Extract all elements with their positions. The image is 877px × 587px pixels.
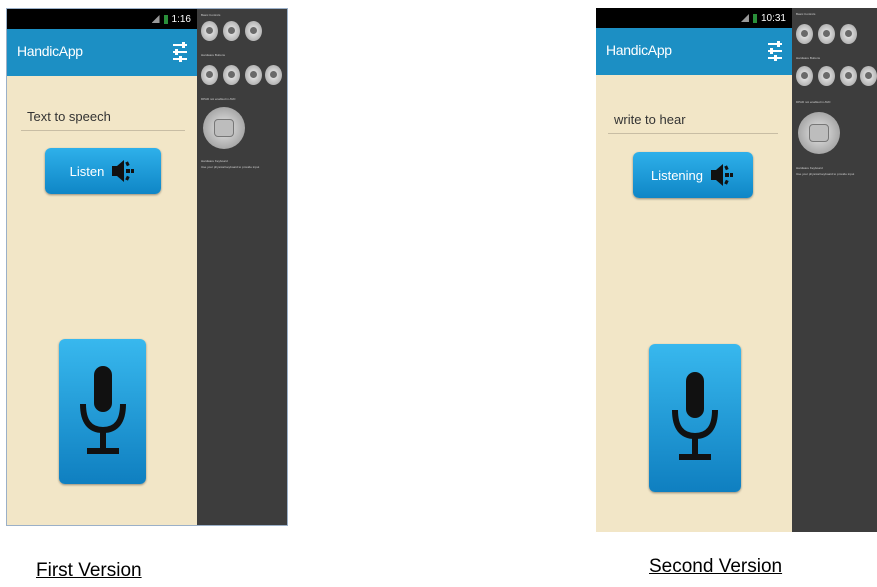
volume-down-button[interactable] [796, 24, 813, 44]
home-button[interactable] [201, 65, 218, 85]
listen-button[interactable]: Listening [633, 152, 753, 198]
status-bar: 1:16 [7, 9, 197, 29]
listen-button-label: Listen [69, 163, 105, 179]
second-version-caption: Second Version [649, 556, 783, 577]
second-version-screenshot: 10:31 HandicApp write to hear Listening [596, 8, 877, 532]
phone-screen: 10:31 HandicApp write to hear Listening [596, 8, 792, 532]
emulator-controls-panel: Basic Controls Hardware Buttons DPAD not… [197, 9, 287, 525]
app-title: HandicApp [606, 42, 672, 58]
hardware-buttons-label: Hardware Buttons [201, 53, 226, 57]
dpad[interactable] [798, 112, 840, 154]
back-button[interactable] [245, 65, 262, 85]
emulator-controls-panel: Basic Controls Hardware Buttons DPAD not… [792, 8, 877, 532]
speaker-icon [711, 164, 734, 186]
first-version-screenshot: 1:16 HandicApp Text to speech Listen Bas… [6, 8, 288, 526]
listen-button[interactable]: Listen [45, 148, 161, 194]
hardware-keyboard-note: Use your physical keyboard to provide in… [201, 165, 260, 169]
basic-controls-label: Basic Controls [201, 13, 221, 17]
hardware-keyboard-label: Hardware Keyboard [796, 166, 823, 170]
microphone-button[interactable] [59, 339, 146, 484]
phone-screen: 1:16 HandicApp Text to speech Listen [7, 9, 197, 525]
dpad[interactable] [203, 107, 245, 149]
volume-up-button[interactable] [818, 24, 835, 44]
signal-icon [151, 15, 160, 23]
microphone-icon [672, 372, 718, 460]
power-button[interactable] [840, 24, 857, 44]
search-button[interactable] [860, 66, 877, 86]
text-input[interactable]: Text to speech [21, 109, 185, 131]
hardware-keyboard-label: Hardware Keyboard [201, 159, 228, 163]
status-time: 10:31 [760, 12, 786, 24]
first-version-caption: First Version [36, 560, 142, 581]
volume-up-button[interactable] [223, 21, 240, 41]
app-title: HandicApp [17, 43, 83, 59]
action-bar: HandicApp [596, 28, 792, 75]
text-input[interactable]: write to hear [608, 112, 778, 134]
home-button[interactable] [796, 66, 813, 86]
back-button[interactable] [840, 66, 857, 86]
search-button[interactable] [265, 65, 282, 85]
status-bar: 10:31 [596, 8, 792, 28]
action-bar: HandicApp [7, 29, 197, 76]
dpad-label: DPAD not enabled in AVD [796, 100, 831, 104]
settings-sliders-icon[interactable] [173, 41, 187, 63]
microphone-icon [79, 365, 126, 454]
listen-button-label: Listening [650, 167, 704, 183]
hardware-buttons-label: Hardware Buttons [796, 56, 821, 60]
battery-icon [752, 13, 757, 23]
status-time: 1:16 [171, 13, 191, 25]
volume-down-button[interactable] [201, 21, 218, 41]
settings-sliders-icon[interactable] [768, 40, 782, 62]
signal-icon [740, 14, 749, 22]
menu-button[interactable] [223, 65, 240, 85]
dpad-label: DPAD not enabled in AVD [201, 97, 236, 101]
battery-icon [163, 14, 168, 24]
menu-button[interactable] [818, 66, 835, 86]
microphone-button[interactable] [649, 344, 741, 492]
power-button[interactable] [245, 21, 262, 41]
speaker-icon [112, 160, 135, 182]
hardware-keyboard-note: Use your physical keyboard to provide in… [796, 172, 855, 176]
basic-controls-label: Basic Controls [796, 12, 816, 16]
